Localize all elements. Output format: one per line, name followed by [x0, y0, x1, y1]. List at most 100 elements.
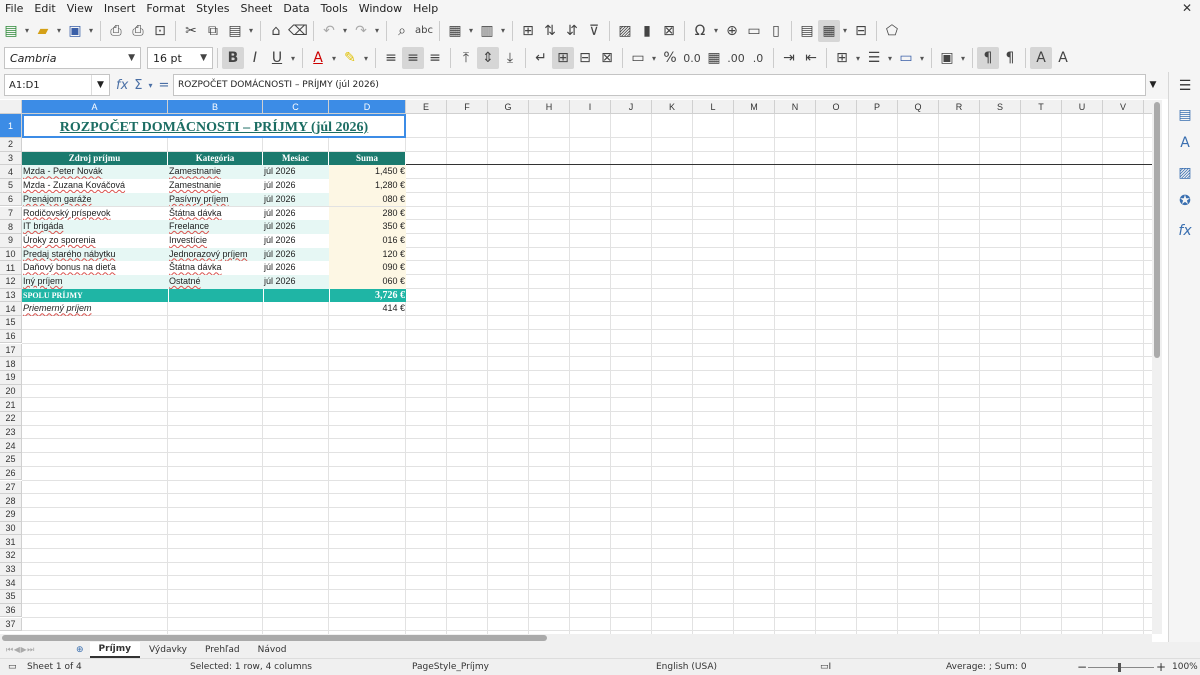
row-header[interactable]: 14: [0, 302, 22, 317]
data-cell[interactable]: Predaj starého nábytku: [22, 247, 168, 262]
headers-footers-icon[interactable]: ▯: [765, 20, 787, 42]
align-left-icon[interactable]: ≡: [380, 47, 402, 69]
sheet-nav-buttons[interactable]: ⏮ ◀ ▶ ⏭: [6, 643, 70, 657]
menu-item-view[interactable]: View: [67, 2, 93, 15]
column-header[interactable]: J: [611, 100, 652, 114]
paste-icon[interactable]: ▤: [224, 20, 246, 42]
expand-formula-icon[interactable]: ▼: [1146, 74, 1160, 96]
merge-center-icon[interactable]: ⊞: [552, 47, 574, 69]
column-header[interactable]: K: [652, 100, 693, 114]
data-cell[interactable]: Freelance: [168, 220, 263, 234]
row-header[interactable]: 17: [0, 343, 22, 358]
comment-icon[interactable]: ▭: [743, 20, 765, 42]
spelling-icon[interactable]: abc: [413, 20, 435, 42]
data-cell[interactable]: 120 €: [329, 247, 406, 262]
horizontal-scrollbar[interactable]: [0, 634, 1152, 642]
data-cell[interactable]: Zamestnanie: [168, 165, 263, 180]
function-wizard-icon[interactable]: fx: [116, 78, 128, 93]
conditional-dropdown-icon[interactable]: ▾: [958, 47, 968, 69]
data-cell[interactable]: 280 €: [329, 206, 406, 221]
spreadsheet-grid[interactable]: ABCDEFGHIJKLMNOPQRSTUVW12345678910111213…: [0, 100, 1152, 634]
header-cell[interactable]: Suma: [329, 151, 406, 166]
zoom-slider[interactable]: [1088, 667, 1154, 668]
sort-ascending-icon[interactable]: ⇅: [539, 20, 561, 42]
find-replace-icon[interactable]: ⌕: [391, 20, 413, 42]
border-style-icon[interactable]: ☰: [863, 47, 885, 69]
align-center-icon[interactable]: ≡: [402, 47, 424, 69]
sum-info[interactable]: Average: ; Sum: 0: [946, 662, 1027, 672]
undo-dropdown-icon[interactable]: ▾: [340, 20, 350, 42]
insert-chart-icon[interactable]: ▮: [636, 20, 658, 42]
data-cell[interactable]: 060 €: [329, 275, 406, 289]
menu-item-sheet[interactable]: Sheet: [241, 2, 273, 15]
row-header[interactable]: 9: [0, 233, 22, 248]
data-cell[interactable]: júl 2026: [263, 275, 329, 289]
menu-item-file[interactable]: File: [5, 2, 23, 15]
row-header[interactable]: 37: [0, 617, 22, 632]
vertical-text-icon[interactable]: A: [1052, 47, 1074, 69]
column-header[interactable]: R: [939, 100, 980, 114]
data-cell[interactable]: IT brigáda: [22, 220, 168, 234]
row-header[interactable]: 33: [0, 562, 22, 577]
column-header[interactable]: D: [329, 100, 406, 114]
sheet-tab[interactable]: Výdavky: [140, 642, 196, 658]
new-document-icon[interactable]: ▤: [0, 20, 22, 42]
right-to-left-icon[interactable]: ¶: [999, 47, 1021, 69]
align-right-icon[interactable]: ≡: [424, 47, 446, 69]
special-character-icon[interactable]: Ω: [689, 20, 711, 42]
date-format-icon[interactable]: ▦: [703, 47, 725, 69]
column-header[interactable]: F: [447, 100, 488, 114]
clone-formatting-icon[interactable]: ⌂: [265, 20, 287, 42]
column-header[interactable]: P: [857, 100, 898, 114]
row-header[interactable]: 24: [0, 439, 22, 454]
row-header[interactable]: 7: [0, 206, 22, 221]
highlight-dropdown-icon[interactable]: ▾: [361, 47, 371, 69]
define-print-area-icon[interactable]: ▤: [796, 20, 818, 42]
header-cell[interactable]: Kategória: [168, 151, 263, 166]
row-header[interactable]: 23: [0, 425, 22, 440]
percent-format-icon[interactable]: %: [659, 47, 681, 69]
insert-image-icon[interactable]: ▨: [614, 20, 636, 42]
data-cell[interactable]: Jednorazový príjem: [168, 247, 263, 262]
header-cell[interactable]: Zdroj príjmu: [22, 151, 168, 166]
sort-descending-icon[interactable]: ⇵: [561, 20, 583, 42]
row-header[interactable]: 3: [0, 151, 22, 166]
font-name-combo[interactable]: Cambria ▼: [4, 47, 141, 69]
merge-cells-icon[interactable]: ⊟: [574, 47, 596, 69]
data-cell[interactable]: 1,280 €: [329, 179, 406, 193]
data-cell[interactable]: Prenájom garáže: [22, 192, 168, 207]
sheet-tab[interactable]: Návod: [249, 642, 296, 658]
header-cell[interactable]: Mesiac: [263, 151, 329, 166]
row-header[interactable]: 6: [0, 192, 22, 207]
border-color-dropdown-icon[interactable]: ▾: [917, 47, 927, 69]
data-cell[interactable]: júl 2026: [263, 206, 329, 221]
font-color-dropdown-icon[interactable]: ▾: [329, 47, 339, 69]
row-header[interactable]: 20: [0, 384, 22, 399]
row-dropdown-icon[interactable]: ▾: [466, 20, 476, 42]
column-header[interactable]: E: [406, 100, 447, 114]
sum-icon[interactable]: Σ: [134, 78, 142, 93]
save-icon[interactable]: ▣: [64, 20, 86, 42]
row-header[interactable]: 21: [0, 398, 22, 412]
freeze-rows-columns-icon[interactable]: ▦: [818, 19, 840, 42]
data-cell[interactable]: 090 €: [329, 261, 406, 275]
autofilter-icon[interactable]: ⊽: [583, 20, 605, 42]
data-cell[interactable]: Ostatné: [168, 275, 263, 289]
row-header[interactable]: 18: [0, 357, 22, 371]
functions-icon[interactable]: fx: [1175, 221, 1195, 241]
row-header[interactable]: 16: [0, 329, 22, 344]
total-label-cell[interactable]: SPOLU PRÍJMY: [22, 288, 168, 303]
align-top-icon[interactable]: ⤒: [455, 47, 477, 69]
data-cell[interactable]: júl 2026: [263, 165, 329, 180]
borders-icon[interactable]: ⊞: [831, 47, 853, 69]
row-header[interactable]: 13: [0, 288, 22, 303]
redo-icon[interactable]: ↷: [350, 20, 372, 42]
data-cell[interactable]: júl 2026: [263, 261, 329, 275]
new-dropdown-icon[interactable]: ▾: [22, 20, 32, 42]
show-draw-functions-icon[interactable]: ⬠: [881, 20, 903, 42]
italic-icon[interactable]: I: [244, 47, 266, 69]
font-color-icon[interactable]: A: [307, 47, 329, 69]
data-cell[interactable]: Zamestnanie: [168, 179, 263, 193]
undo-icon[interactable]: ↶: [318, 20, 340, 42]
data-cell[interactable]: Daňový bonus na dieťa: [22, 261, 168, 275]
